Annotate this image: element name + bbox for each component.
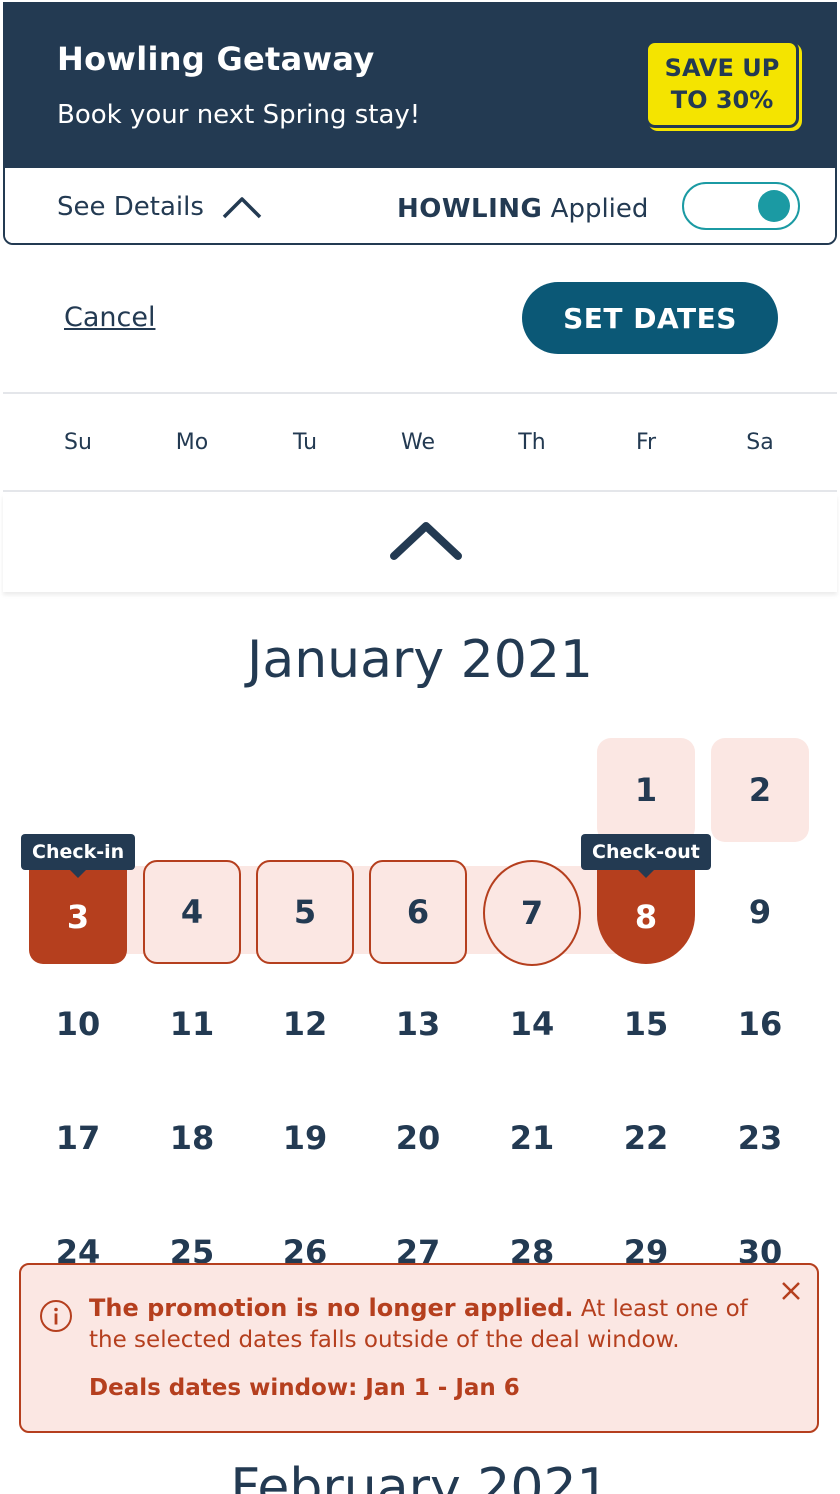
promo-applied-status: HOWLING Applied — [397, 194, 648, 224]
month-title: January 2021 — [247, 630, 593, 690]
calendar-day[interactable]: 18 — [143, 1086, 241, 1190]
calendar-day[interactable]: 2 — [711, 738, 809, 842]
calendar-day[interactable]: 11 — [143, 972, 241, 1076]
calendar-day[interactable]: 3 — [29, 870, 127, 964]
cancel-link[interactable]: Cancel — [64, 302, 155, 333]
set-dates-button[interactable]: SET DATES — [522, 282, 778, 354]
check-in-tooltip: Check-in — [21, 834, 136, 878]
calendar-day[interactable]: 21 — [483, 1086, 581, 1190]
calendar-day[interactable]: 13 — [369, 972, 467, 1076]
calendar-day[interactable]: 8 — [597, 870, 695, 964]
promo-toggle[interactable] — [682, 182, 800, 230]
calendar-day[interactable]: 15 — [597, 972, 695, 1076]
calendar-day[interactable]: 22 — [597, 1086, 695, 1190]
calendar-day[interactable]: 5 — [256, 860, 354, 964]
deal-window-text: Deals dates window: Jan 1 - Jan 6 — [89, 1375, 520, 1401]
applied-label: Applied — [550, 194, 649, 224]
promo-banner: Howling Getaway Book your next Spring st… — [3, 2, 837, 245]
see-details-label: See Details — [57, 192, 204, 222]
alert-headline: The promotion is no longer applied. — [89, 1294, 574, 1322]
close-icon[interactable] — [779, 1279, 803, 1303]
save-badge: SAVE UP TO 30% — [645, 40, 799, 128]
info-icon — [40, 1300, 72, 1332]
calendar-day[interactable]: 20 — [369, 1086, 467, 1190]
calendar-day[interactable]: 9 — [711, 860, 809, 964]
calendar-day[interactable]: 1 — [597, 738, 695, 842]
weekday-label: Su — [64, 430, 92, 455]
weekday-label: Fr — [635, 430, 657, 455]
weekday-header: Su Mo Tu We Th Fr Sa — [3, 392, 837, 492]
toggle-knob — [758, 190, 790, 222]
calendar-day[interactable]: 7 — [483, 860, 581, 966]
calendar-day[interactable]: 14 — [483, 972, 581, 1076]
weekday-label: We — [401, 430, 435, 455]
calendar-day[interactable]: 16 — [711, 972, 809, 1076]
promo-code: HOWLING — [397, 194, 543, 224]
calendar-day[interactable]: 6 — [369, 860, 467, 964]
promo-alert: The promotion is no longer applied. At l… — [19, 1263, 819, 1433]
see-details-toggle[interactable]: See Details — [57, 192, 262, 222]
chevron-up-icon — [222, 197, 262, 219]
weekday-label: Mo — [175, 430, 209, 455]
calendar-day[interactable]: 23 — [711, 1086, 809, 1190]
promo-banner-bottom: See Details HOWLING Applied — [5, 168, 835, 243]
weekday-label: Sa — [746, 430, 774, 455]
check-out-tooltip: Check-out — [581, 834, 711, 878]
calendar-day[interactable]: 19 — [256, 1086, 354, 1190]
promo-title: Howling Getaway — [57, 40, 375, 78]
alert-message: The promotion is no longer applied. At l… — [89, 1293, 779, 1356]
chevron-up-icon — [390, 522, 462, 560]
calendar-day[interactable]: 17 — [29, 1086, 127, 1190]
collapse-calendar-button[interactable] — [3, 494, 837, 592]
promo-banner-top: Howling Getaway Book your next Spring st… — [5, 4, 835, 168]
calendar-day[interactable]: 10 — [29, 972, 127, 1076]
weekday-label: Tu — [292, 430, 318, 455]
calendar-day[interactable]: 12 — [256, 972, 354, 1076]
promo-subtitle: Book your next Spring stay! — [57, 100, 421, 130]
next-month-title: February 2021 — [230, 1458, 610, 1494]
weekday-label: Th — [518, 430, 546, 455]
calendar-day[interactable]: 4 — [143, 860, 241, 964]
